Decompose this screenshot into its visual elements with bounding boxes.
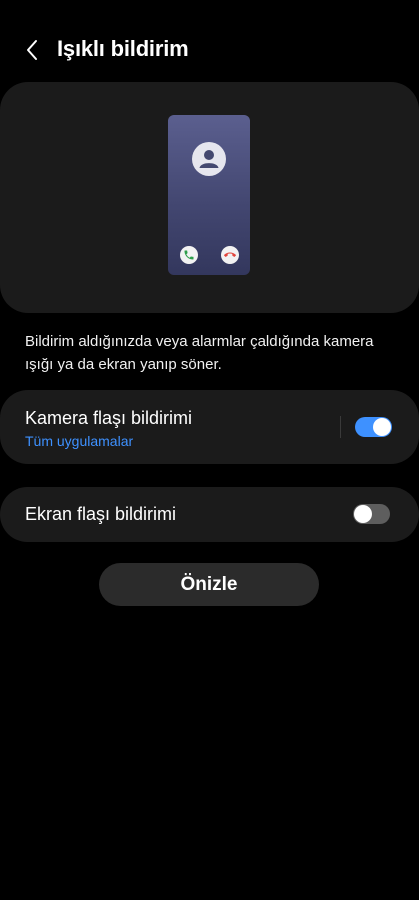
back-button[interactable] — [16, 34, 48, 66]
screen: Işıklı bildirim Bildirim aldığınızda vey… — [0, 0, 419, 900]
call-decline-icon — [221, 246, 239, 264]
page-title: Işıklı bildirim — [57, 36, 189, 61]
contact-avatar-icon — [192, 142, 226, 176]
screen-flash-setting[interactable]: Ekran flaşı bildirimi — [0, 487, 419, 542]
phone-illustration — [168, 115, 250, 275]
screen-flash-toggle[interactable] — [353, 504, 390, 524]
feature-description: Bildirim aldığınızda veya alarmlar çaldı… — [25, 333, 374, 373]
camera-flash-toggle[interactable] — [355, 417, 392, 437]
app-bar: Işıklı bildirim — [0, 24, 419, 76]
screen-flash-title: Ekran flaşı bildirimi — [25, 504, 177, 524]
call-accept-icon — [180, 246, 198, 264]
toggle-knob — [354, 505, 372, 523]
preview-button[interactable]: Önizle — [99, 563, 319, 606]
preview-illustration-card — [0, 82, 419, 313]
camera-flash-title: Kamera flaşı bildirimi — [25, 408, 193, 428]
camera-flash-setting[interactable]: Kamera flaşı bildirimi Tüm uygulamalar — [0, 390, 419, 464]
toggle-knob — [373, 418, 391, 436]
vertical-divider — [340, 416, 341, 438]
chevron-left-icon — [27, 40, 37, 60]
camera-flash-apps-link[interactable]: Tüm uygulamalar — [25, 433, 133, 449]
